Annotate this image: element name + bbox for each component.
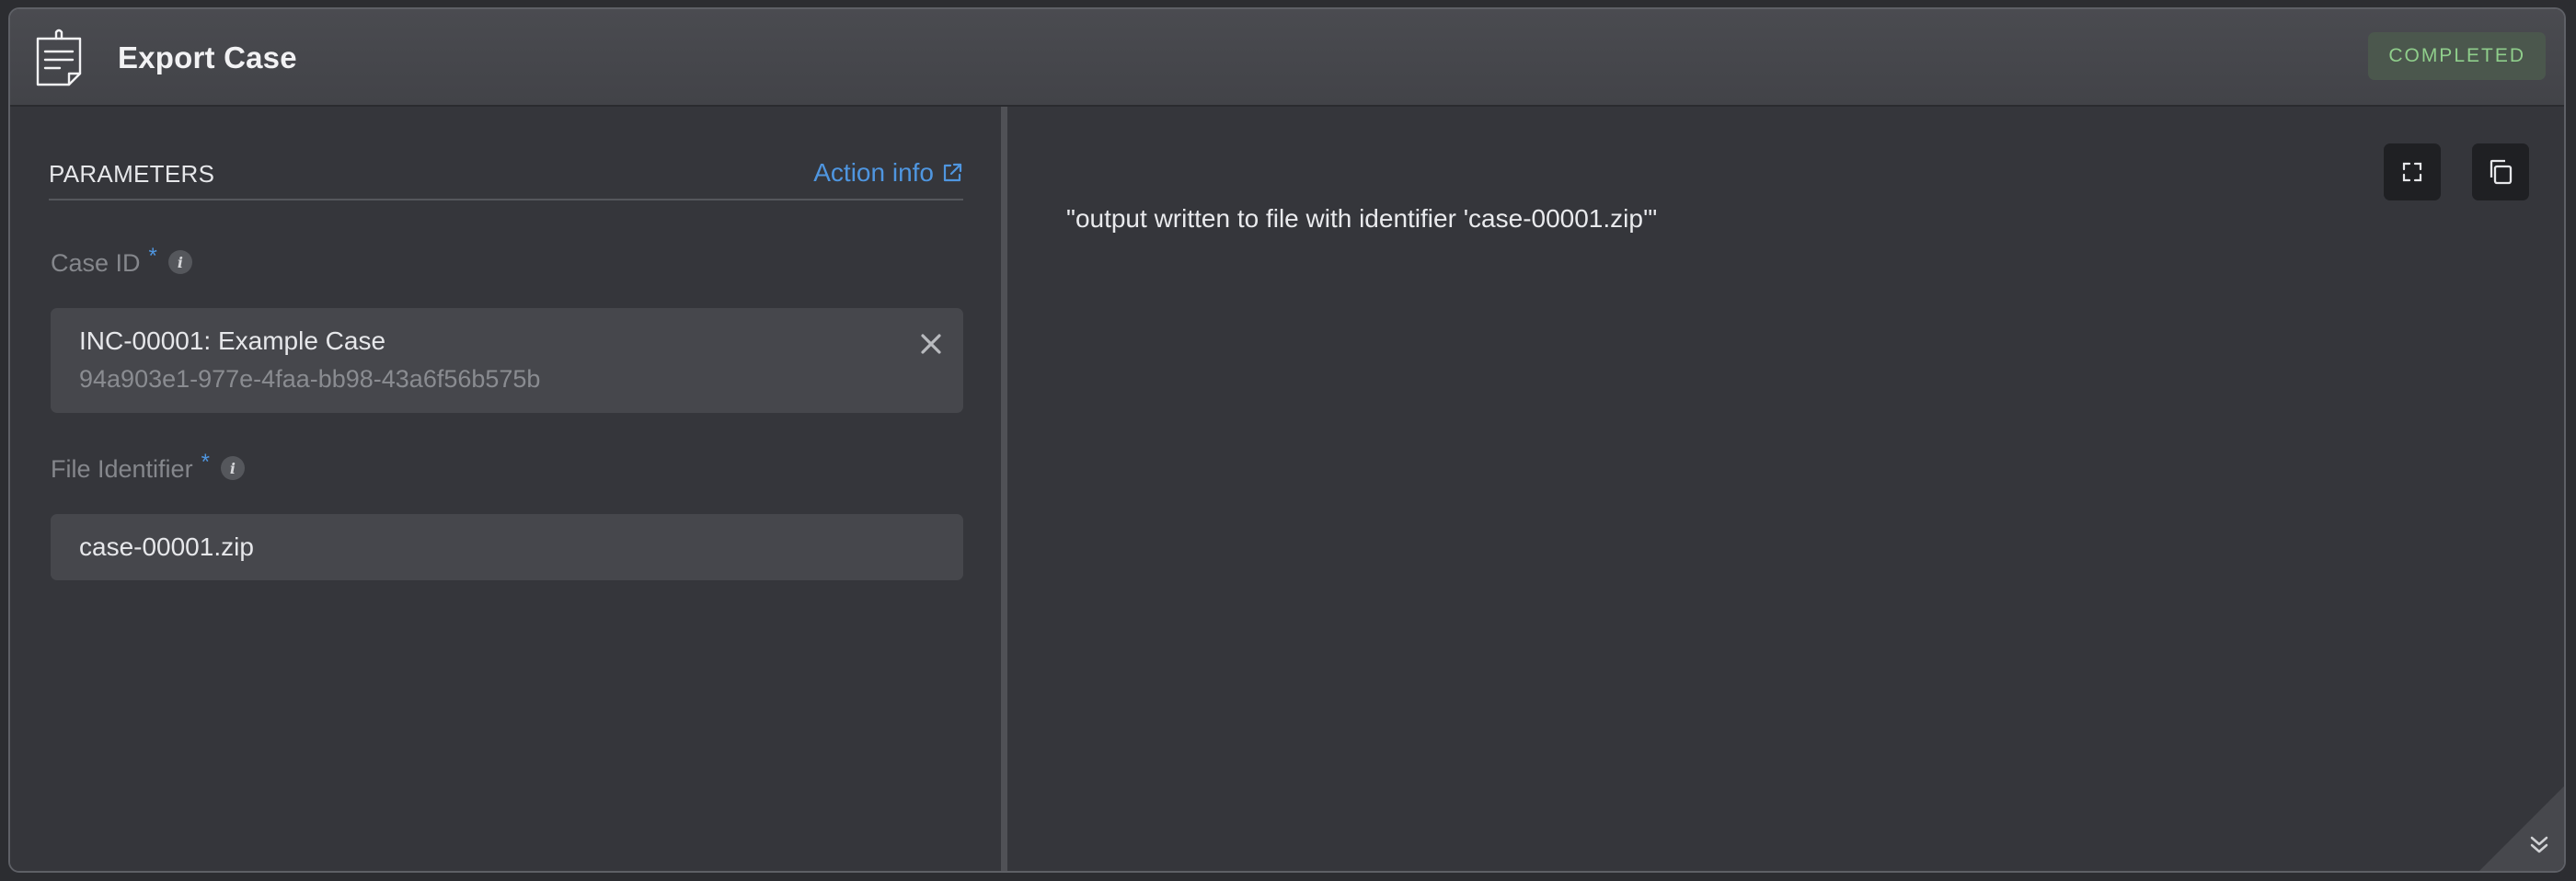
file-identifier-label-text: File Identifier [51,455,193,483]
info-icon[interactable]: i [220,456,245,480]
resize-corner [2479,786,2564,871]
output-text: "output written to file with identifier … [1066,204,1658,233]
case-id-label-text: Case ID [51,249,141,277]
close-icon[interactable] [917,330,945,358]
external-link-icon [943,163,962,182]
required-asterisk: * [201,450,210,475]
section-title: PARAMETERS [49,160,215,188]
chevron-double-down-icon[interactable] [2525,830,2553,858]
case-id-select[interactable]: INC-00001: Example Case 94a903e1-977e-4f… [51,308,963,413]
expand-icon [2402,162,2422,182]
expand-button[interactable] [2384,143,2441,200]
output-panel: "output written to file with identifier … [1007,107,2564,871]
copy-icon [2490,159,2513,185]
file-identifier-label: File Identifier * i [51,450,245,484]
file-identifier-input[interactable] [51,514,963,580]
pane-divider[interactable] [1001,107,1007,871]
parameters-header: PARAMETERS Action info [49,156,963,200]
case-title: INC-00001: Example Case [79,326,386,355]
copy-button[interactable] [2472,143,2529,200]
action-info-link[interactable]: Action info [813,158,963,188]
export-case-window: Export Case COMPLETED PARAMETERS Action … [8,7,2566,873]
action-info-label: Action info [813,158,934,187]
status-badge: COMPLETED [2368,32,2546,80]
case-id-label: Case ID * i [51,244,192,278]
parameters-panel: PARAMETERS Action info Case ID * i INC-0… [10,107,1001,871]
info-icon[interactable]: i [167,250,192,274]
title-bar: Export Case COMPLETED [10,9,2564,107]
required-asterisk: * [148,244,157,269]
case-uuid: 94a903e1-977e-4faa-bb98-43a6f56b575b [79,365,541,393]
clipboard-note-icon [36,29,82,86]
window-title: Export Case [118,40,297,74]
